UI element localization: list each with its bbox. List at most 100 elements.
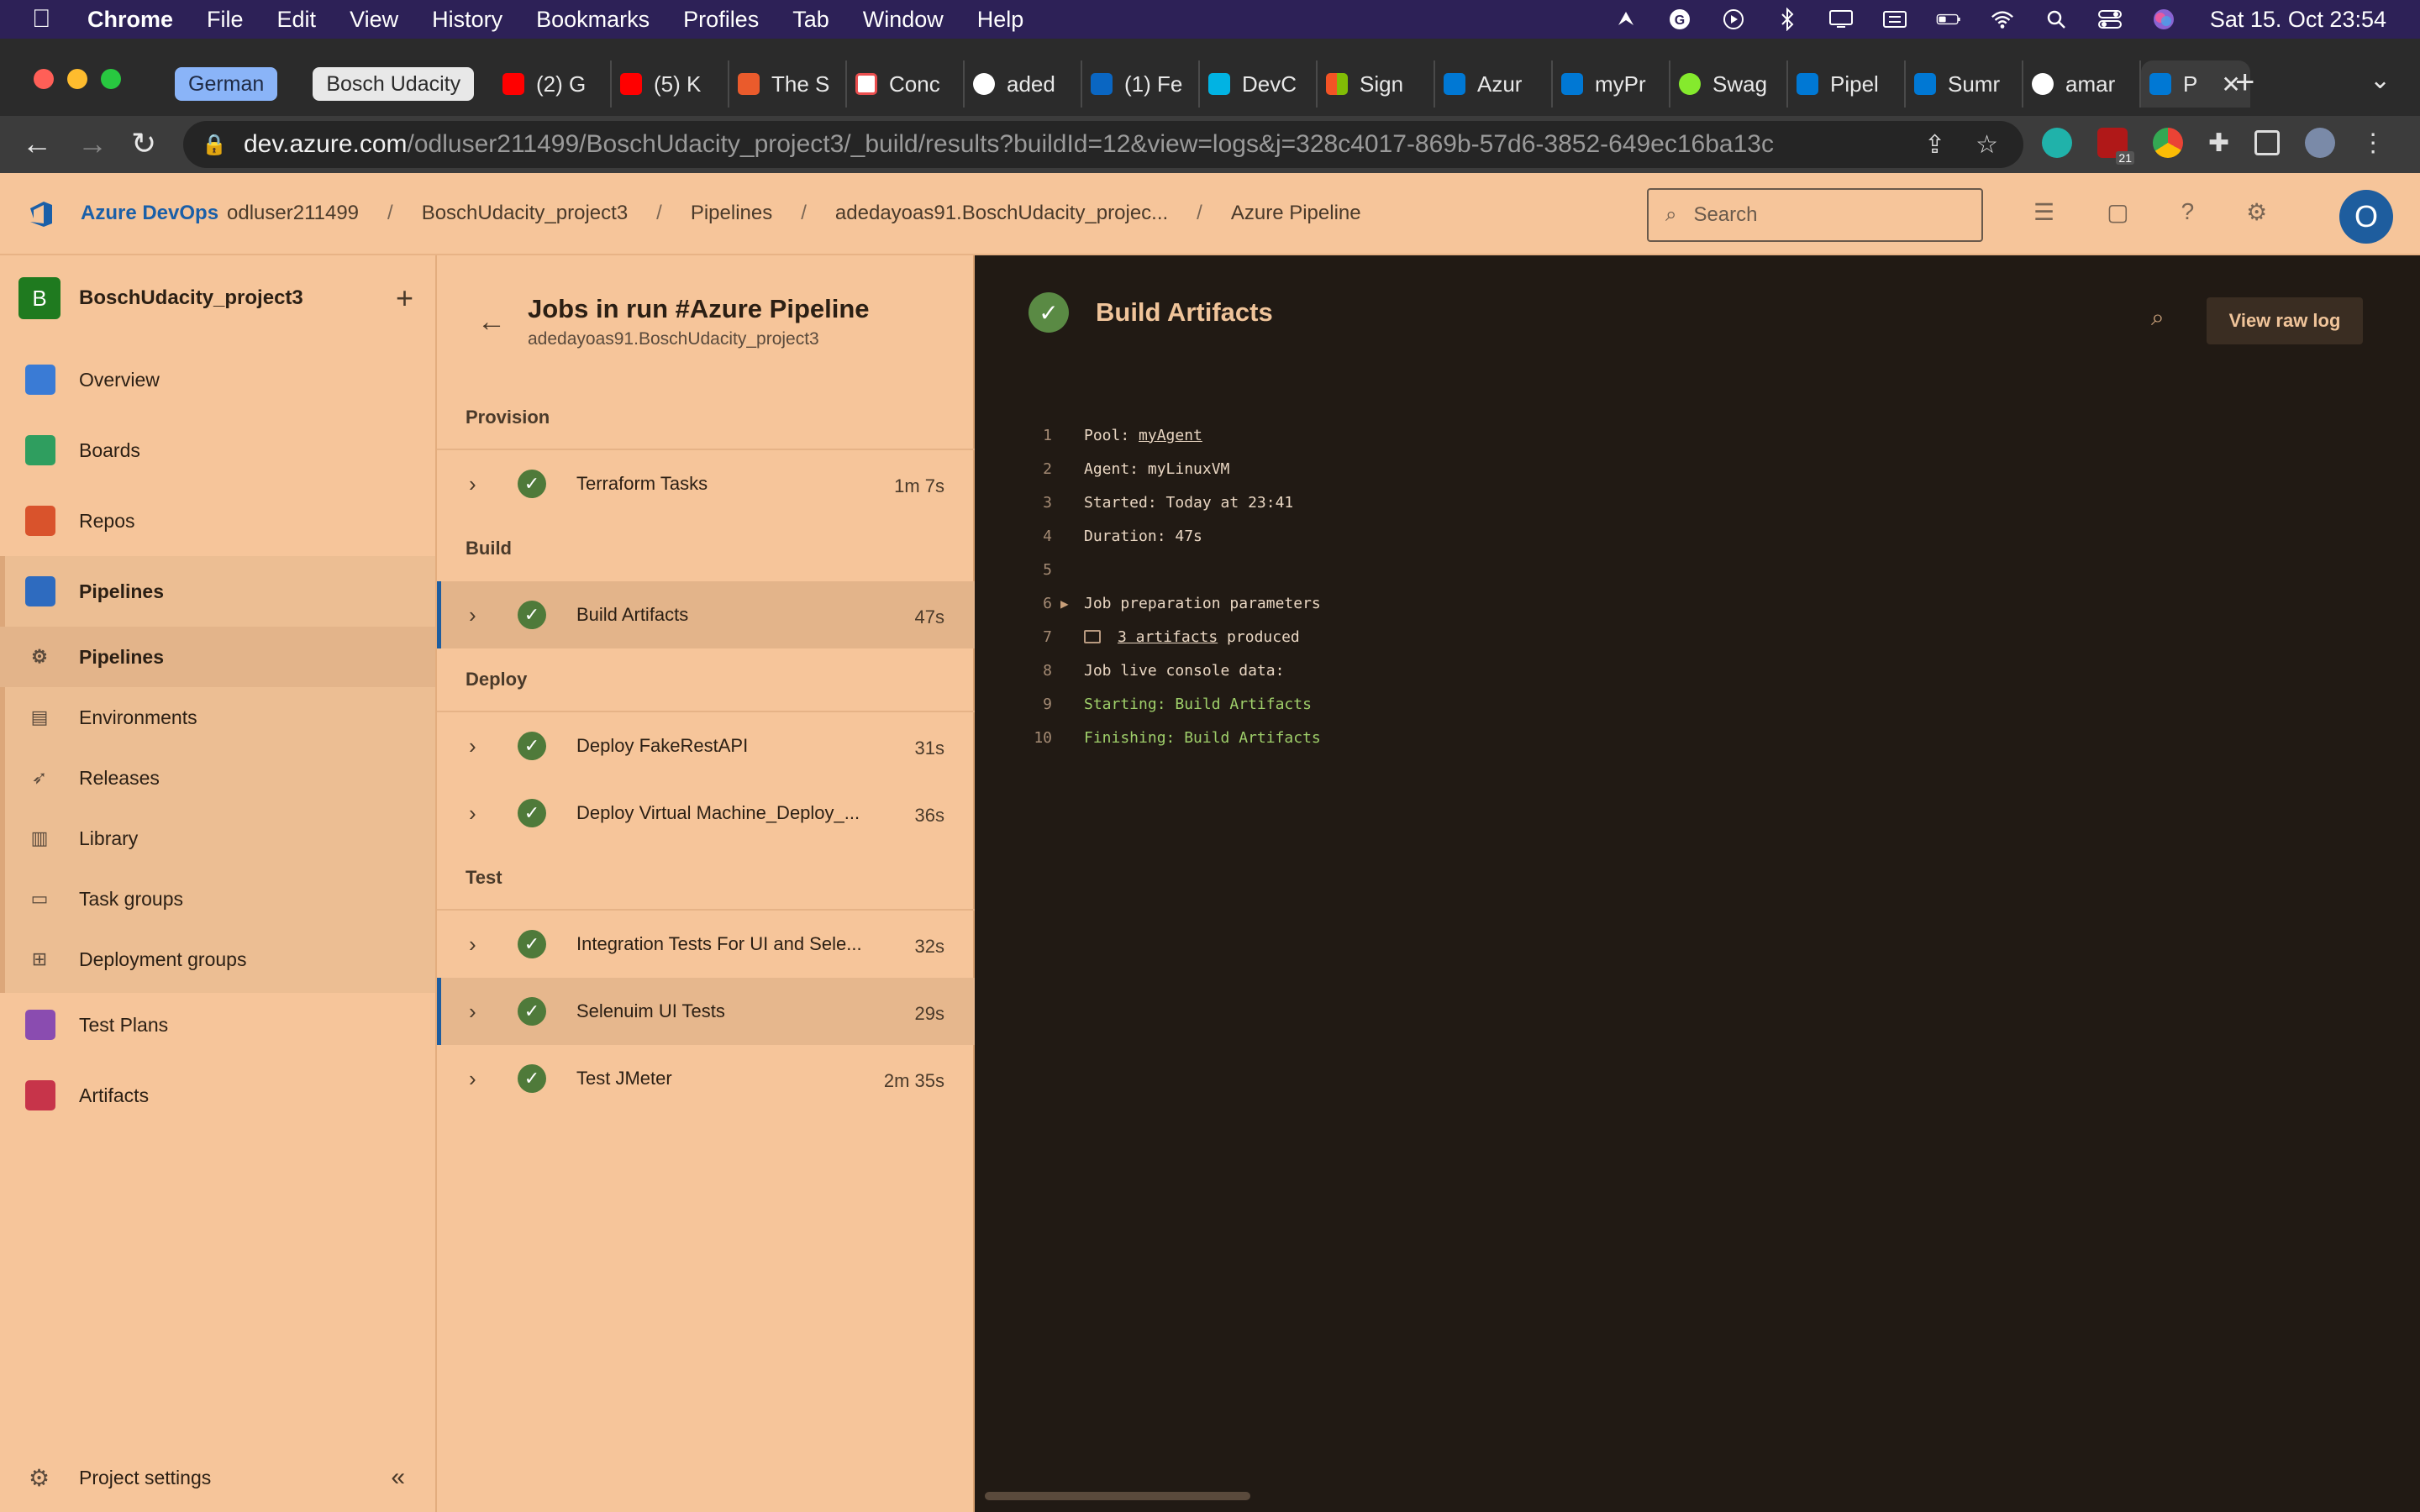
chevron-right-icon[interactable]: › [469, 1066, 476, 1092]
menubar-clock[interactable]: Sat 15. Oct 23:54 [2210, 7, 2386, 33]
spotlight-search-icon[interactable] [2044, 7, 2069, 32]
job-row-selenium-ui-tests[interactable]: › ✓ Selenuim UI Tests 29s [437, 978, 975, 1045]
sidebar-item-pipelines-group[interactable]: Pipelines [0, 561, 435, 622]
horizontal-scrollbar[interactable] [985, 1492, 1250, 1500]
maximize-window-button[interactable] [101, 69, 121, 89]
chrome-menu-icon[interactable]: ⋮ [2360, 129, 2386, 158]
keyboard-icon[interactable] [1882, 7, 1907, 32]
breadcrumb-pipeline-repo[interactable]: adedayoas91.BoschUdacity_projec... [835, 202, 1168, 225]
menu-view[interactable]: View [350, 7, 398, 33]
app-status-icon[interactable] [1613, 7, 1639, 32]
menu-edit[interactable]: Edit [277, 7, 317, 33]
sidebar-item-task-groups[interactable]: ▭ Task groups [0, 869, 435, 929]
chevron-right-icon[interactable]: › [469, 471, 476, 497]
sidebar-item-releases[interactable]: ➶ Releases [0, 748, 435, 808]
job-row-deploy-virtual-machine[interactable]: › ✓ Deploy Virtual Machine_Deploy_... 36… [437, 780, 975, 847]
ublock-icon[interactable]: 21 [2097, 128, 2134, 165]
log-search-icon[interactable]: ⌕ [2151, 304, 2165, 332]
chevron-right-icon[interactable]: › [469, 602, 476, 628]
artifacts-link[interactable]: 3 artifacts [1118, 628, 1218, 646]
azure-devops-brand[interactable]: Azure DevOps [81, 202, 218, 225]
menu-window[interactable]: Window [863, 7, 944, 33]
chevron-right-icon[interactable]: › [469, 932, 476, 958]
side-panel-icon[interactable] [2254, 130, 2281, 155]
menu-profiles[interactable]: Profiles [683, 7, 759, 33]
browser-tab[interactable]: Swag [1670, 60, 1788, 108]
sidebar-item-artifacts[interactable]: Artifacts [0, 1065, 435, 1126]
help-icon[interactable]: ? [2181, 198, 2195, 226]
breadcrumb-pipelines[interactable]: Pipelines [691, 202, 772, 225]
menu-bookmarks[interactable]: Bookmarks [536, 7, 650, 33]
bluetooth-icon[interactable] [1775, 7, 1800, 32]
browser-tab[interactable]: (1) Fe [1082, 60, 1200, 108]
menu-file[interactable]: File [207, 7, 244, 33]
grammarly-icon[interactable]: G [1667, 7, 1692, 32]
menu-app-chrome[interactable]: Chrome [87, 7, 173, 33]
browser-tab[interactable]: Azur [1435, 60, 1553, 108]
menu-tab[interactable]: Tab [792, 7, 829, 33]
battery-icon[interactable] [1936, 7, 1961, 32]
sidebar-item-deployment-groups[interactable]: ⊞ Deployment groups [0, 929, 435, 990]
new-tab-button[interactable]: + [2235, 64, 2254, 102]
browser-tab[interactable]: (5) K [612, 60, 729, 108]
tab-search-chevron-icon[interactable]: ⌄ [2370, 66, 2391, 95]
display-icon[interactable] [1828, 7, 1854, 32]
job-row-build-artifacts[interactable]: › ✓ Build Artifacts 47s [437, 581, 975, 648]
add-icon[interactable]: + [396, 281, 413, 316]
reload-icon[interactable]: ↻ [131, 126, 156, 161]
sidebar-item-boards[interactable]: Boards [0, 420, 435, 480]
sidebar-item-repos[interactable]: Repos [0, 491, 435, 551]
marketplace-bag-icon[interactable]: ▢ [2107, 198, 2128, 226]
job-row-deploy-fakerestapi[interactable]: › ✓ Deploy FakeRestAPI 31s [437, 712, 975, 780]
browser-tab[interactable]: Conc [847, 60, 965, 108]
work-items-list-icon[interactable]: ☰ [2033, 198, 2054, 226]
siri-icon[interactable] [2151, 7, 2176, 32]
browser-tab[interactable]: Pipel [1788, 60, 1906, 108]
pool-link[interactable]: myAgent [1139, 427, 1202, 444]
play-icon[interactable] [1721, 7, 1746, 32]
browser-tab[interactable]: (2) G [494, 60, 612, 108]
chevron-right-icon[interactable]: › [469, 801, 476, 827]
log-line[interactable]: 6 ▶ Job preparation parameters [975, 586, 2420, 620]
project-settings[interactable]: ⚙ Project settings « [0, 1440, 435, 1512]
control-center-icon[interactable] [2097, 7, 2123, 32]
project-selector[interactable]: B BoschUdacity_project3 + [18, 272, 422, 324]
breadcrumb-pipeline-name[interactable]: Azure Pipeline [1231, 202, 1361, 225]
lock-icon[interactable]: 🔒 [202, 133, 227, 157]
forward-arrow-icon[interactable]: → [77, 126, 108, 161]
user-settings-icon[interactable]: ⚙ [2246, 198, 2267, 226]
menu-help[interactable]: Help [977, 7, 1024, 33]
browser-tab[interactable]: myPr [1553, 60, 1670, 108]
share-icon[interactable]: ⇪ [1924, 130, 1945, 160]
browser-tab[interactable]: aded [965, 60, 1082, 108]
sidebar-item-library[interactable]: ▥ Library [0, 808, 435, 869]
chevron-right-icon[interactable]: › [469, 733, 476, 759]
minimize-window-button[interactable] [67, 69, 87, 89]
browser-tab[interactable]: DevC [1200, 60, 1318, 108]
browser-tab[interactable]: Sumr [1906, 60, 2023, 108]
job-row-terraform-tasks[interactable]: › ✓ Terraform Tasks 1m 7s [437, 450, 975, 517]
sidebar-item-overview[interactable]: Overview [0, 349, 435, 410]
browser-tab[interactable]: amar [2023, 60, 2141, 108]
profile-avatar-icon[interactable] [2305, 128, 2336, 158]
job-row-test-jmeter[interactable]: › ✓ Test JMeter 2m 35s [437, 1045, 975, 1112]
browser-tab[interactable]: Sign [1318, 60, 1435, 108]
chrome-extension-icon[interactable] [2153, 128, 2183, 158]
avatar[interactable]: O [2339, 190, 2393, 244]
sidebar-item-pipelines[interactable]: ⚙ Pipelines [0, 627, 435, 687]
address-bar[interactable]: 🔒 dev.azure.com/odluser211499/BoschUdaci… [183, 121, 2023, 168]
view-raw-log-button[interactable]: View raw log [2207, 297, 2363, 344]
collapse-sidebar-icon[interactable]: « [391, 1463, 405, 1492]
sidebar-item-environments[interactable]: ▤ Environments [0, 687, 435, 748]
menu-history[interactable]: History [432, 7, 502, 33]
expand-triangle-icon[interactable]: ▶ [1060, 596, 1069, 612]
sidebar-item-test-plans[interactable]: Test Plans [0, 995, 435, 1055]
chevron-right-icon[interactable]: › [469, 999, 476, 1025]
extension-m-icon[interactable] [2042, 128, 2072, 158]
job-row-integration-tests[interactable]: › ✓ Integration Tests For UI and Sele...… [437, 911, 975, 978]
bookmark-star-icon[interactable]: ☆ [1975, 130, 1998, 160]
tab-group-german[interactable]: German [175, 67, 278, 101]
apple-icon[interactable]:  [32, 5, 74, 34]
browser-tab[interactable]: The S [729, 60, 847, 108]
back-arrow-icon[interactable]: ← [477, 306, 506, 339]
